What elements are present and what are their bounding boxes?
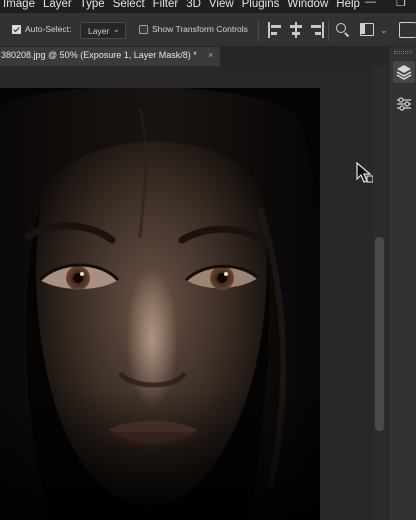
document-image[interactable]	[0, 88, 320, 520]
show-transform-label: Show Transform Controls	[152, 24, 248, 34]
canvas-area[interactable]	[0, 66, 374, 520]
menu-plugins[interactable]: Plugins	[239, 0, 285, 11]
menu-bar: Image Layer Type Select Filter 3D View P…	[0, 0, 416, 13]
search-icon[interactable]	[336, 23, 350, 37]
close-icon[interactable]: ×	[208, 50, 213, 60]
minimize-icon[interactable]: —	[365, 0, 376, 9]
portrait-photo	[0, 88, 320, 520]
move-cursor-icon	[356, 161, 374, 183]
menu-filter[interactable]: Filter	[150, 0, 184, 11]
drag-grip-icon[interactable]	[394, 51, 412, 54]
menu-select[interactable]: Select	[110, 0, 150, 11]
menu-window[interactable]: Window	[284, 0, 333, 11]
workspace-layout-icon[interactable]	[360, 23, 374, 36]
menu-3d[interactable]: 3D	[183, 0, 206, 11]
document-tab-title: 380208.jpg @ 50% (Exposure 1, Layer Mask…	[1, 50, 197, 60]
layers-icon	[396, 65, 412, 80]
share-icon[interactable]	[399, 22, 416, 38]
auto-select-checkbox[interactable]	[12, 25, 21, 34]
restore-icon[interactable]: ❐	[396, 0, 406, 9]
scrollbar-thumb[interactable]	[375, 237, 384, 431]
divider	[328, 20, 329, 41]
show-transform-checkbox[interactable]	[139, 25, 148, 34]
auto-select-target-value: Layer	[88, 26, 110, 36]
adjustments-sliders-icon	[397, 97, 411, 111]
options-bar: Auto-Select: Layer ⌄ Show Transform Cont…	[0, 13, 416, 47]
vertical-scrollbar[interactable]	[373, 66, 388, 520]
adjustments-panel-button[interactable]	[393, 93, 415, 115]
align-left-edges-icon[interactable]	[268, 22, 282, 38]
layers-panel-button[interactable]	[393, 61, 415, 83]
chevron-down-icon[interactable]: ⌄	[380, 25, 388, 36]
auto-select-target-dropdown[interactable]: Layer ⌄	[80, 22, 126, 39]
panel-dock	[388, 47, 416, 520]
menu-help[interactable]: Help	[333, 0, 365, 11]
align-right-edges-icon[interactable]	[310, 22, 324, 38]
menu-image[interactable]: Image	[0, 0, 40, 11]
menu-list: Image Layer Type Select Filter 3D View P…	[0, 0, 365, 11]
auto-select-label: Auto-Select:	[25, 24, 72, 34]
document-tab-bar: 380208.jpg @ 50% (Exposure 1, Layer Mask…	[0, 47, 388, 66]
menu-type[interactable]: Type	[77, 0, 110, 11]
window-controls: — ❐	[365, 0, 416, 9]
chevron-down-icon: ⌄	[112, 24, 120, 34]
align-horizontal-centers-icon[interactable]	[289, 22, 303, 38]
divider	[258, 20, 259, 41]
document-tab[interactable]: 380208.jpg @ 50% (Exposure 1, Layer Mask…	[0, 47, 220, 66]
menu-view[interactable]: View	[206, 0, 239, 11]
menu-layer[interactable]: Layer	[40, 0, 77, 11]
